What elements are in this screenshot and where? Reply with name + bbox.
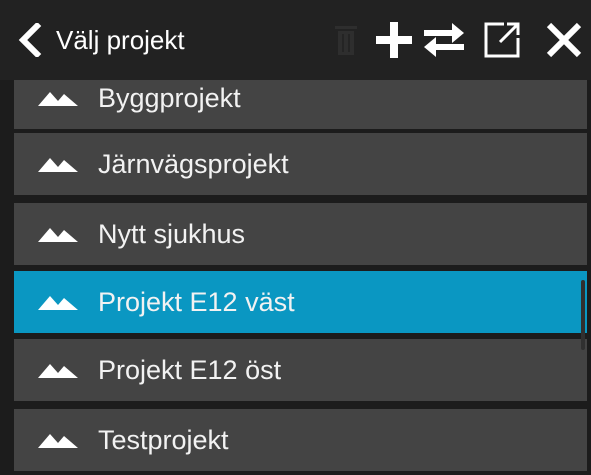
project-item-label: Projekt E12 öst (98, 354, 282, 385)
add-project-button[interactable] (370, 16, 418, 64)
project-item-e12-vast[interactable]: Projekt E12 väst (14, 271, 587, 333)
page-title: Välj projekt (56, 25, 185, 55)
project-item-nytt-sjukhus[interactable]: Nytt sjukhus (14, 203, 587, 265)
project-item-jarnvagsprojekt[interactable]: Järnvägsprojekt (14, 133, 587, 195)
open-external-button[interactable] (478, 16, 526, 64)
mountain-icon (38, 158, 78, 172)
mountain-icon (38, 228, 78, 242)
chevron-left-icon (18, 23, 42, 57)
plus-icon (376, 22, 412, 58)
project-item-label: Järnvägsprojekt (98, 148, 289, 179)
swap-arrows-icon (424, 23, 464, 57)
project-item-e12-ost[interactable]: Projekt E12 öst (14, 339, 587, 401)
scrollbar[interactable] (581, 280, 585, 350)
mountain-icon (38, 296, 78, 310)
project-item-testprojekt[interactable]: Testprojekt (14, 409, 587, 471)
mountain-icon (38, 92, 78, 106)
project-item-label: Testprojekt (98, 424, 229, 455)
mountain-icon (38, 434, 78, 448)
delete-button[interactable] (322, 16, 370, 64)
back-button[interactable] (10, 20, 50, 60)
mountain-icon (38, 364, 78, 378)
open-external-icon (484, 22, 520, 58)
swap-button[interactable] (420, 16, 468, 64)
project-picker: Byggprojekt Järnvägsprojekt Nytt sjukhus… (0, 0, 591, 475)
project-item-label: Byggprojekt (98, 82, 241, 113)
trash-icon (335, 26, 357, 55)
project-item-label: Nytt sjukhus (98, 218, 246, 249)
header-bar: Välj projekt (0, 0, 591, 80)
close-button[interactable] (540, 16, 588, 64)
project-item-label: Projekt E12 väst (98, 286, 295, 317)
project-list[interactable]: Byggprojekt Järnvägsprojekt Nytt sjukhus… (14, 70, 587, 475)
close-icon (546, 22, 582, 58)
